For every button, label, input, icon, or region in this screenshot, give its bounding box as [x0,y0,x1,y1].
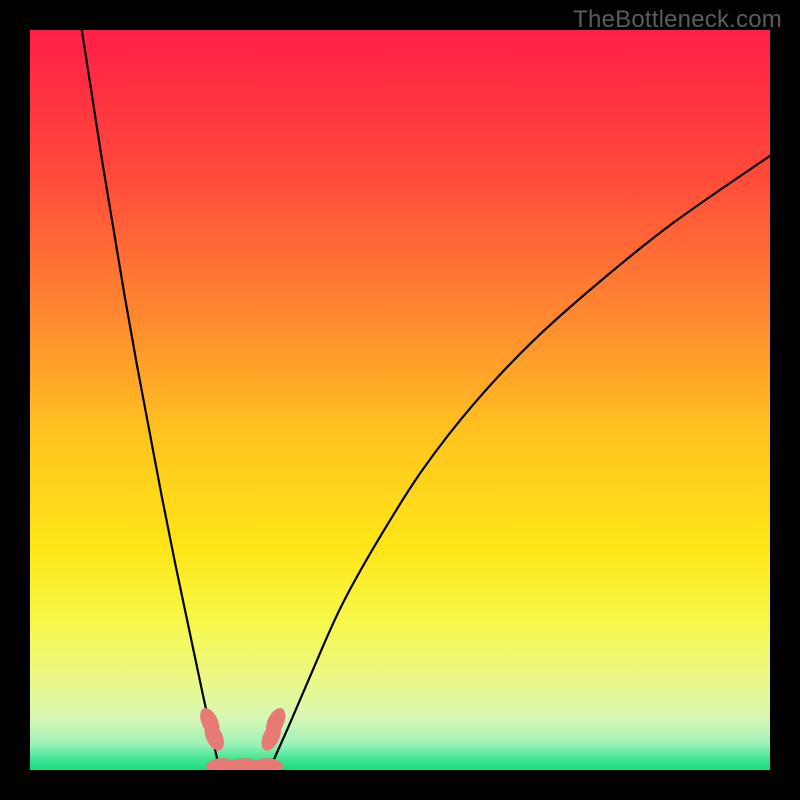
bottleneck-curve [30,30,770,770]
watermark-text: TheBottleneck.com [573,6,782,34]
plot-area [30,30,770,770]
curve-path [82,30,770,770]
chart-frame: TheBottleneck.com [0,0,800,800]
